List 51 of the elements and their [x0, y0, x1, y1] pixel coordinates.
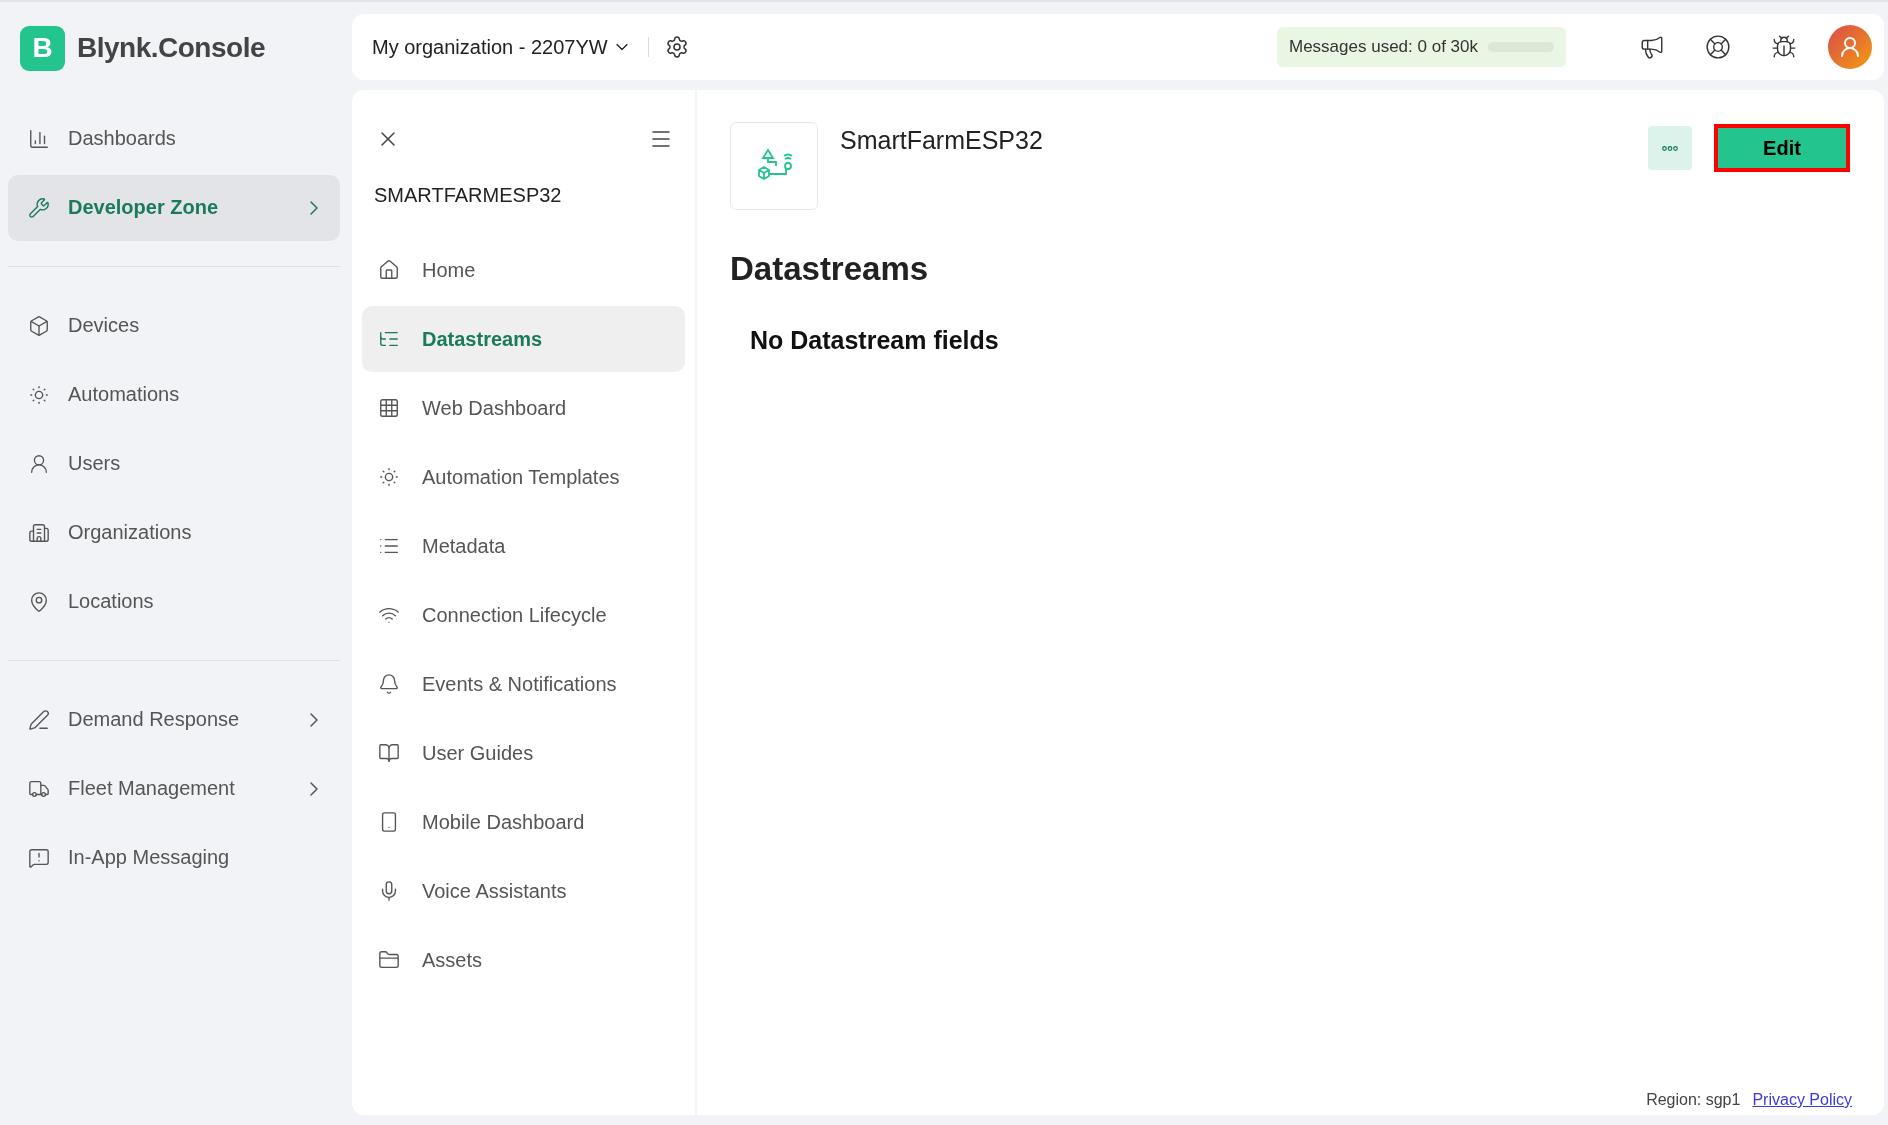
nav-item[interactable]: Events & Notifications: [362, 651, 685, 717]
template-name: SmartFarmESP32: [840, 126, 1044, 155]
nav-item[interactable]: Web Dashboard: [362, 375, 685, 441]
nav-item[interactable]: Automation Templates: [362, 444, 685, 510]
sidebar-item[interactable]: Fleet Management: [8, 755, 340, 822]
sidebar-item[interactable]: Dashboards: [8, 105, 340, 172]
cube-icon: [28, 314, 50, 337]
privacy-link[interactable]: Privacy Policy: [1752, 1091, 1852, 1109]
message-icon: [28, 846, 50, 869]
grid-icon: [378, 397, 400, 419]
book-icon: [378, 742, 400, 764]
sidebar-item[interactable]: In-App Messaging: [8, 824, 340, 891]
template-title: SMARTFARMESP32: [373, 183, 563, 208]
avatar[interactable]: [1828, 25, 1872, 69]
sidebar-item[interactable]: Demand Response: [8, 686, 340, 753]
nav-item[interactable]: Connection Lifecycle: [362, 582, 685, 648]
nav-item[interactable]: Voice Assistants: [362, 858, 685, 924]
settings-icon[interactable]: [664, 35, 689, 59]
home-icon: [378, 259, 400, 281]
nav-item[interactable]: Mobile Dashboard: [362, 789, 685, 855]
sidebar-item[interactable]: Developer Zone: [8, 174, 340, 241]
sun-icon: [378, 466, 400, 488]
region-text: Region: sgp1: [1646, 1091, 1741, 1109]
brand-name: Blynk.Console: [77, 32, 265, 64]
section-title: Datastreams: [730, 250, 930, 288]
device-icon: [730, 122, 818, 210]
edit-button[interactable]: Edit: [1714, 124, 1850, 172]
bell-icon: [378, 673, 400, 695]
logo-icon: B: [20, 25, 65, 71]
folder-icon: [378, 949, 400, 971]
sidebar-item[interactable]: Automations: [8, 361, 340, 428]
organization-selector[interactable]: My organization - 2207YW: [372, 35, 632, 59]
tools-icon: [28, 196, 50, 219]
sidebar-item[interactable]: Organizations: [8, 499, 340, 566]
bar-chart-icon: [28, 127, 50, 150]
sidebar-item[interactable]: Locations: [8, 568, 340, 635]
building-icon: [28, 521, 50, 544]
nav-item[interactable]: Assets: [362, 927, 685, 993]
map-pin-icon: [28, 590, 50, 613]
sidebar-item[interactable]: Devices: [8, 292, 340, 359]
nav-item[interactable]: Metadata: [362, 513, 685, 579]
user-icon: [28, 452, 50, 475]
sun-icon: [28, 383, 50, 406]
more-icon: [1662, 145, 1678, 151]
nav-item[interactable]: Datastreams: [362, 306, 685, 372]
nav-item[interactable]: Home: [362, 237, 685, 303]
pen-icon: [28, 708, 50, 731]
empty-message: No Datastream fields: [750, 326, 1000, 355]
nav-item[interactable]: User Guides: [362, 720, 685, 786]
messages-label: Messages used: 0 of 30k: [1288, 37, 1478, 57]
sidebar-item[interactable]: Users: [8, 430, 340, 497]
